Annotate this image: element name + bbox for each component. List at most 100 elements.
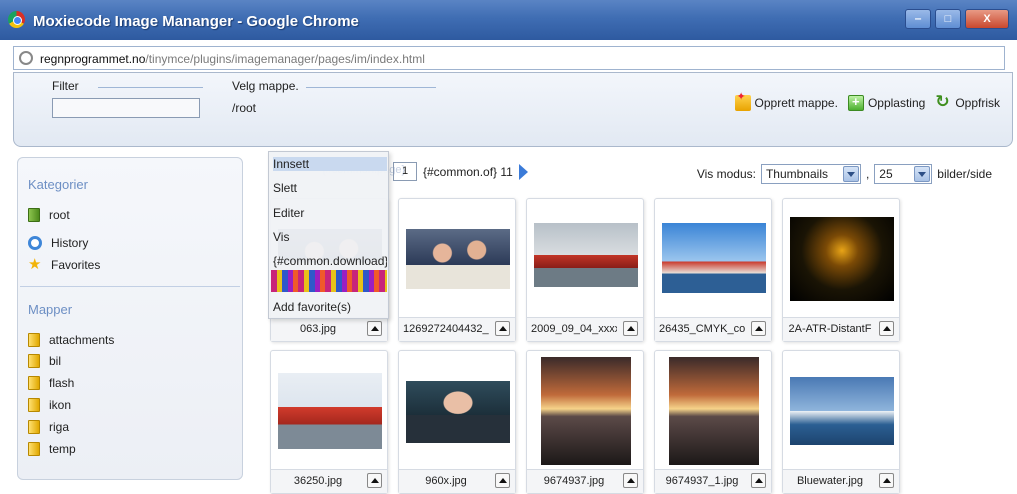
image-thumbnail[interactable] [790, 377, 894, 445]
thumbnail-menu-button[interactable] [623, 321, 638, 336]
next-page-arrow-icon[interactable] [518, 163, 528, 180]
folder-select-label: Velg mappe. [232, 79, 299, 93]
image-thumbnail[interactable] [278, 373, 382, 449]
view-mode-label: Vis modus: [696, 167, 756, 181]
per-page-select[interactable]: 25 [874, 164, 933, 184]
upload-label: Opplasting [867, 96, 926, 110]
view-mode-select[interactable]: Thumbnails [760, 164, 861, 184]
refresh-button[interactable]: Oppfrisk [935, 92, 1000, 112]
window-controls: ‒ □ X [905, 9, 1009, 29]
thumbnail-item[interactable]: 9674937_1.jpg [654, 350, 772, 494]
thumbnail-item[interactable]: 9674937.jpg [526, 350, 644, 494]
menu-item-delete[interactable]: Slett [273, 181, 387, 195]
create-folder-button[interactable]: Opprett mappe. [734, 90, 838, 111]
folder-divider [306, 87, 436, 88]
chevron-down-icon [842, 166, 859, 182]
menu-item-insert[interactable]: Innsett [273, 157, 387, 171]
filter-input[interactable] [52, 98, 200, 118]
thumbnail-filename: 1269272404432_3 [403, 323, 489, 335]
filter-divider [98, 87, 203, 88]
image-thumbnail[interactable] [406, 229, 510, 289]
image-thumbnail[interactable] [790, 217, 894, 301]
thumbnail-caption: 36250.jpg [271, 469, 387, 493]
thumbnail-filename: 26435_CMYK_co [659, 323, 745, 335]
view-mode-value: Thumbnails [765, 167, 828, 181]
selected-image-strip [271, 270, 387, 292]
image-thumbnail[interactable] [662, 223, 766, 293]
thumbnail-filename: Bluewater.jpg [796, 475, 864, 487]
folder-icon [28, 354, 40, 368]
thumbnail-item[interactable]: 960x.jpg [398, 350, 516, 494]
folder-icon [28, 208, 40, 222]
filter-label: Filter [52, 79, 79, 93]
thumbnail-menu-button[interactable] [495, 321, 510, 336]
upload-button[interactable]: Opplasting [847, 94, 926, 111]
menu-item-add-favorites[interactable]: Add favorite(s) [273, 300, 387, 314]
thumbnail-item[interactable]: Bluewater.jpg [782, 350, 900, 494]
toolbar-actions: Opprett mappe. Opplasting Oppfrisk [734, 90, 1000, 112]
per-page-label: bilder/side [937, 167, 992, 181]
current-folder-path[interactable]: /root [232, 101, 256, 115]
thumbnail-menu-button[interactable] [367, 473, 382, 488]
folder-icon [28, 420, 40, 434]
url-text[interactable]: regnprogrammet.no/tinymce/plugins/imagem… [40, 52, 425, 66]
toolbar: Filter Velg mappe. /root Opprett mappe. … [13, 72, 1013, 147]
folder-item-flash[interactable]: flash [28, 376, 74, 390]
thumbnail-item[interactable]: 36250.jpg [270, 350, 388, 494]
thumbnail-item[interactable]: 1269272404432_3 [398, 198, 516, 342]
folder-item-attachments[interactable]: attachments [28, 333, 114, 347]
per-page-value: 25 [879, 167, 893, 181]
window-title: Moxiecode Image Mananger - Google Chrome [33, 13, 359, 30]
thumbnail-item[interactable]: 26435_CMYK_co [654, 198, 772, 342]
thumbnail-caption: 960x.jpg [399, 469, 515, 493]
folder-icon [28, 333, 40, 347]
folder-item-riga[interactable]: riga [28, 420, 69, 434]
pager: 1 {#common.of} 11 [393, 162, 528, 181]
folder-label: riga [49, 420, 70, 434]
menu-item-view[interactable]: Vis [273, 230, 387, 244]
page-count-text: {#common.of} 11 [423, 164, 513, 179]
thumbnail-item[interactable]: 2A-ATR-DistantF [782, 198, 900, 342]
view-separator: , [865, 167, 870, 181]
view-mode-controls: Vis modus: Thumbnails , 25 bilder/side [697, 164, 992, 184]
thumbnail-item[interactable]: 2009_09_04_xxxx [526, 198, 644, 342]
refresh-icon [935, 92, 951, 112]
address-bar[interactable]: regnprogrammet.no/tinymce/plugins/imagem… [13, 46, 1005, 70]
thumbnail-menu-button[interactable] [367, 321, 382, 336]
thumbnail-menu-button[interactable] [751, 473, 766, 488]
image-thumbnail[interactable] [669, 357, 759, 465]
folders-heading: Mapper [28, 302, 73, 317]
category-item-root[interactable]: root [28, 208, 70, 222]
image-thumbnail[interactable] [406, 381, 510, 443]
folder-item-temp[interactable]: temp [28, 442, 76, 456]
close-button[interactable]: X [965, 9, 1009, 29]
thumbnail-caption: 9674937.jpg [527, 469, 643, 493]
maximize-button[interactable]: □ [935, 9, 961, 29]
folder-label: ikon [49, 398, 72, 412]
folder-item-ikon[interactable]: ikon [28, 398, 71, 412]
category-item-favorites[interactable]: ★ Favorites [28, 257, 100, 272]
window-titlebar: Moxiecode Image Mananger - Google Chrome… [0, 0, 1017, 40]
menu-item-edit[interactable]: Editer [273, 206, 387, 220]
thumbnail-filename: 2009_09_04_xxxx [531, 323, 617, 335]
page-number-input[interactable]: 1 [393, 162, 417, 181]
folder-label: attachments [49, 333, 115, 347]
thumbnail-menu-button[interactable] [879, 321, 894, 336]
folder-icon [28, 442, 40, 456]
thumbnail-menu-button[interactable] [879, 473, 894, 488]
thumbnail-menu-button[interactable] [751, 321, 766, 336]
thumbnail-caption: 1269272404432_3 [399, 317, 515, 341]
thumbnail-caption: 26435_CMYK_co [655, 317, 771, 341]
thumbnail-filename: 9674937_1.jpg [665, 475, 739, 487]
image-thumbnail[interactable] [534, 223, 638, 287]
folder-item-bil[interactable]: bil [28, 354, 61, 368]
minimize-button[interactable]: ‒ [905, 9, 931, 29]
image-thumbnail[interactable] [541, 357, 631, 465]
thumbnail-menu-button[interactable] [495, 473, 510, 488]
refresh-label: Oppfrisk [955, 96, 1000, 110]
thumbnail-menu-button[interactable] [623, 473, 638, 488]
folder-label: temp [49, 442, 76, 456]
category-item-history[interactable]: History [28, 236, 88, 250]
thumbnail-filename: 9674937.jpg [543, 475, 605, 487]
menu-item-download[interactable]: {#common.download} [273, 254, 387, 268]
